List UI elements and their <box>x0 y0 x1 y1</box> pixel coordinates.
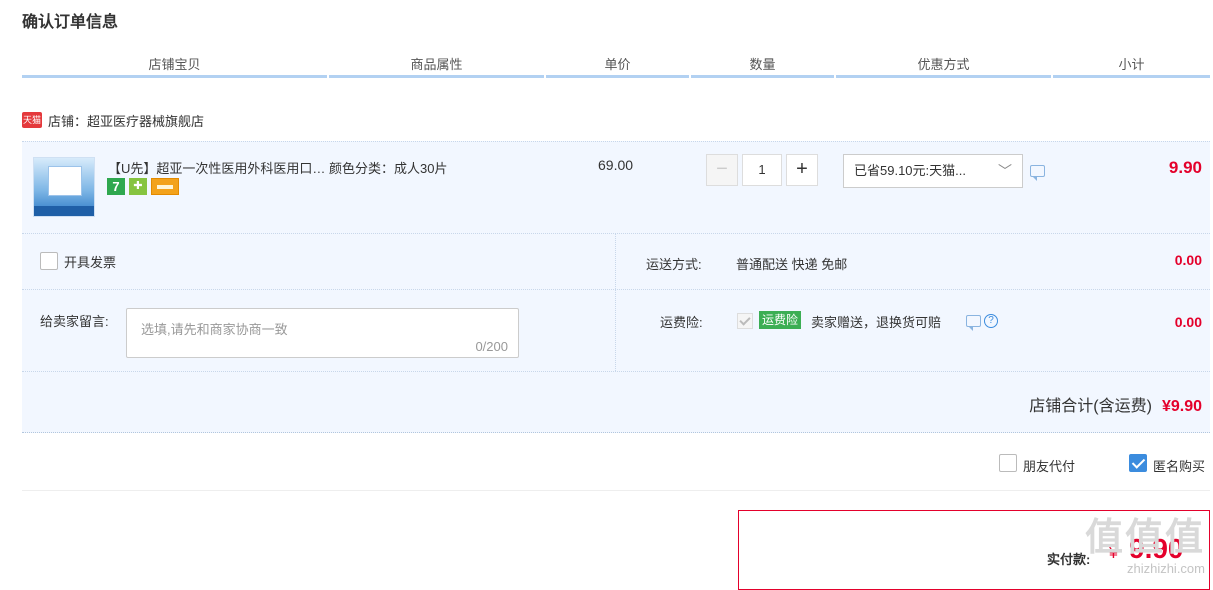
shipping-fee: 0.00 <box>1174 252 1202 268</box>
shop-line: 天猫 店铺：超亚医疗器械旗舰店 <box>22 110 204 130</box>
row-divider <box>615 234 616 289</box>
insurance-tag: 运费险 <box>759 311 802 329</box>
shipping-label: 运送方式: <box>646 257 702 272</box>
product-thumbnail[interactable] <box>33 157 95 217</box>
shop-total-label: 店铺合计(含运费) <box>1029 398 1152 415</box>
message-input[interactable]: 选填,请先和商家协商一致 0/200 <box>126 308 519 358</box>
payment-currency: ¥ <box>1109 545 1118 562</box>
shop-total-amount: ¥9.90 <box>1161 398 1202 415</box>
payment-summary: 实付款: ¥ 9.90 <box>738 510 1210 590</box>
quantity-stepper: − 1 + <box>706 154 818 186</box>
column-quantity: 数量 <box>691 54 834 78</box>
message-placeholder: 选填,请先和商家协商一致 <box>141 322 288 337</box>
help-icon[interactable]: ? <box>984 314 998 328</box>
purchase-options: 朋友代付 匿名购买 <box>22 434 1210 491</box>
seven-day-return-icon[interactable]: 7 <box>107 178 125 195</box>
column-attribute: 商品属性 <box>329 54 544 78</box>
product-box-image <box>48 166 82 196</box>
page-title: 确认订单信息 <box>22 14 119 31</box>
column-subtotal: 小计 <box>1053 54 1210 78</box>
promotion-select[interactable]: 已省59.10元:天猫... ﹀ <box>843 154 1023 188</box>
message-label: 给卖家留言: <box>40 314 109 329</box>
product-stripe <box>34 206 94 216</box>
payment-amount: 9.90 <box>1129 533 1184 564</box>
anonymous-label: 匿名购买 <box>1153 459 1206 474</box>
insurance-checkbox <box>737 313 753 329</box>
insurance-label: 运费险: <box>660 315 703 330</box>
message-insurance-row: 给卖家留言: 选填,请先和商家协商一致 0/200 运费险: 运费险 卖家赠送，… <box>22 290 1210 372</box>
item-attribute: 颜色分类：成人30片 <box>329 161 448 176</box>
guarantee-shield-icon[interactable]: ✚ <box>129 178 147 195</box>
shop-name-link[interactable]: 店铺：超亚医疗器械旗舰店 <box>48 111 204 130</box>
tmall-icon: 天猫 <box>22 112 42 128</box>
shop-total-row: 店铺合计(含运费) ¥9.90 <box>22 372 1210 434</box>
column-header: 店铺宝贝 商品属性 单价 数量 优惠方式 小计 <box>22 54 1210 78</box>
column-shop-item: 店铺宝贝 <box>22 54 327 78</box>
item-subtotal: 9.90 <box>1168 158 1202 177</box>
credit-card-icon[interactable] <box>151 178 179 195</box>
message-counter: 0/200 <box>475 339 508 354</box>
row-divider <box>615 290 616 371</box>
insurance-fee: 0.00 <box>1174 314 1202 330</box>
invoice-shipping-row: 开具发票 运送方式: 普通配送 快递 免邮 0.00 <box>22 234 1210 290</box>
shop-total: 店铺合计(含运费) ¥9.90 <box>1029 392 1202 416</box>
item-unit-price: 69.00 <box>598 157 634 173</box>
column-discount: 优惠方式 <box>836 54 1051 78</box>
chevron-down-icon: ﹀ <box>998 163 1012 179</box>
item-badges: 7 ✚ <box>107 178 179 195</box>
order-block: 【U先】超亚一次性医用外科医用口罩成人30片 7 ✚ 颜色分类：成人30片 69… <box>22 141 1210 433</box>
insurance-description: 卖家赠送，退换货可赔 <box>811 315 942 330</box>
quantity-plus-button[interactable]: + <box>786 154 818 186</box>
payment-label: 实付款: <box>1047 552 1091 567</box>
anonymous-checkbox[interactable] <box>1129 454 1147 472</box>
friend-pay-label: 朋友代付 <box>1023 459 1076 474</box>
item-row: 【U先】超亚一次性医用外科医用口罩成人30片 7 ✚ 颜色分类：成人30片 69… <box>22 142 1210 234</box>
promotion-value: 已省59.10元:天猫... <box>854 163 966 178</box>
chat-icon[interactable] <box>966 315 981 331</box>
invoice-checkbox[interactable] <box>40 252 58 270</box>
quantity-input[interactable]: 1 <box>742 154 782 186</box>
column-unit-price: 单价 <box>546 54 689 78</box>
item-title-link[interactable]: 【U先】超亚一次性医用外科医用口罩成人30片 <box>108 158 326 177</box>
chat-icon[interactable] <box>1030 165 1045 181</box>
friend-pay-checkbox[interactable] <box>999 454 1017 472</box>
invoice-label: 开具发票 <box>64 255 117 270</box>
quantity-minus-button[interactable]: − <box>706 154 738 186</box>
shipping-method: 普通配送 快递 免邮 <box>736 257 848 272</box>
